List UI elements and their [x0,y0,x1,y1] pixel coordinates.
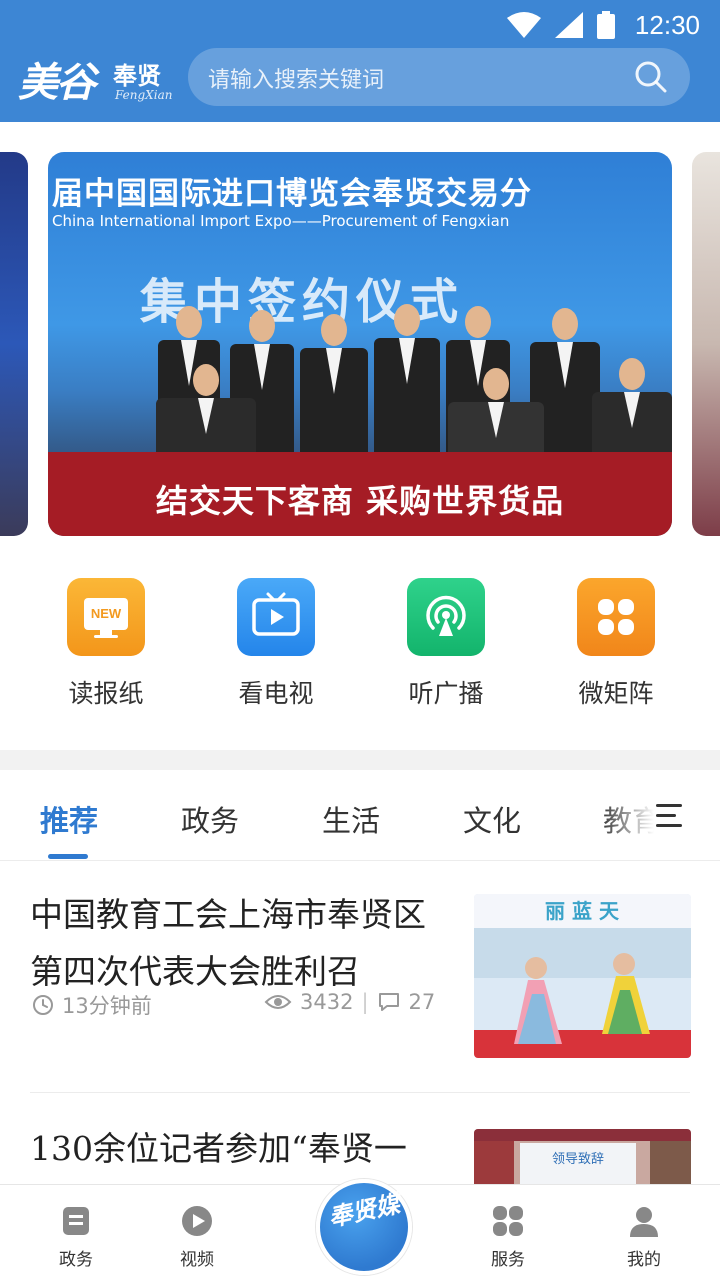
news-item[interactable]: 中国教育工会上海市奉贤区第四次代表大会胜利召 13分钟前 3432 | 27 丽… [0,860,720,1093]
quick-link-label: 看电视 [238,679,314,708]
menu-icon[interactable] [656,804,684,828]
broadcast-icon[interactable] [407,578,485,656]
center-logo-text: 奉贤媒 [325,1188,403,1233]
status-time: 12:30 [634,9,700,40]
status-bar: 12:30 [506,8,700,42]
section-divider [0,750,720,770]
bottom-nav-services[interactable]: 服务 [468,1205,548,1270]
stats-separator: | [361,990,369,1014]
news-thumbnail[interactable]: 丽 蓝 天 [474,894,691,1058]
news-time-text: 13分钟前 [62,994,152,1018]
news-stats: 3432 | 27 [264,990,435,1014]
bottom-nav-label: 视频 [180,1250,214,1270]
logo-english-name: FengXian [115,88,173,102]
banner-carousel[interactable]: 届中国国际进口博览会奉贤交易分 China International Impo… [0,122,720,552]
svg-text:NEW: NEW [91,606,122,621]
tab-recommended[interactable]: 推荐 [40,798,98,840]
banner-headline: 届中国国际进口博览会奉贤交易分 [52,176,532,212]
bottom-nav-label: 我的 [627,1250,661,1270]
search-bar[interactable]: 请输入搜索关键词 [188,48,690,106]
quick-link-label: 读报纸 [68,679,144,708]
bottom-nav-label: 服务 [491,1250,525,1270]
news-thumbnail[interactable]: 领导致辞 [474,1129,691,1184]
quick-link-newspaper[interactable]: NEW 读报纸 [36,578,176,710]
battery-icon [596,11,615,39]
svg-text:丽 蓝 天: 丽 蓝 天 [545,899,620,923]
search-icon[interactable] [634,60,668,94]
news-item[interactable]: 130余位记者参加“奉贤一 领导致辞 [0,1093,720,1184]
banner-next-card[interactable] [692,152,720,536]
bottom-nav-video[interactable]: 视频 [157,1205,237,1270]
user-icon [630,1207,658,1237]
svg-text:领导致辞: 领导致辞 [552,1152,604,1167]
play-icon [182,1206,212,1236]
signal-icon [554,12,583,38]
clock-icon [33,995,53,1015]
search-placeholder[interactable]: 请输入搜索关键词 [208,62,384,94]
news-title[interactable]: 中国教育工会上海市奉贤区第四次代表大会胜利召 [30,886,450,1000]
logo-calligraphy: 美谷 [18,59,96,106]
tv-icon[interactable] [237,578,315,656]
tab-government[interactable]: 政务 [181,798,239,840]
category-tabs: 推荐 政务 生活 文化 教育 [0,770,720,861]
tab-culture[interactable]: 文化 [463,798,521,840]
quick-link-radio[interactable]: 听广播 [376,578,516,710]
banner-prev-card[interactable] [0,152,28,536]
banner-caption: 结交天下客商 采购世界货品 [155,482,565,520]
document-icon [63,1207,89,1235]
app-header: 12:30 美谷 奉贤 FengXian 请输入搜索关键词 [0,0,720,122]
news-comments: 27 [408,990,436,1014]
bottom-nav-center-button[interactable]: 奉贤媒 [316,1179,412,1275]
app-logo[interactable]: 美谷 奉贤 FengXian [18,48,178,108]
news-title[interactable]: 130余位记者参加“奉贤一 [30,1120,450,1177]
logo-chinese-name: 奉贤 [113,61,161,90]
news-views: 3432 [300,990,354,1014]
quick-link-matrix[interactable]: 微矩阵 [546,578,686,710]
quick-link-label: 微矩阵 [578,679,654,708]
active-tab-indicator [48,854,88,859]
news-time: 13分钟前 [32,990,152,1020]
wifi-icon [506,12,541,38]
matrix-icon[interactable] [577,578,655,656]
bottom-nav: 政务 视频 奉贤媒 服务 我的 [0,1179,720,1281]
eye-icon [264,995,292,1009]
quick-link-label: 听广播 [408,679,484,708]
bottom-nav-government[interactable]: 政务 [36,1205,116,1270]
quick-link-tv[interactable]: 看电视 [206,578,346,710]
banner-slide[interactable]: 届中国国际进口博览会奉贤交易分 China International Impo… [48,152,672,536]
grid-icon [493,1206,523,1236]
quick-links: NEW 读报纸 看电视 听广播 微矩阵 [0,552,720,750]
banner-headline-english: China International Import Expo——Procure… [52,212,510,230]
bottom-nav-label: 政务 [59,1250,93,1270]
comment-icon [378,993,399,1011]
bottom-nav-mine[interactable]: 我的 [604,1205,684,1270]
newspaper-icon[interactable]: NEW [67,578,145,656]
tab-life[interactable]: 生活 [322,798,380,840]
